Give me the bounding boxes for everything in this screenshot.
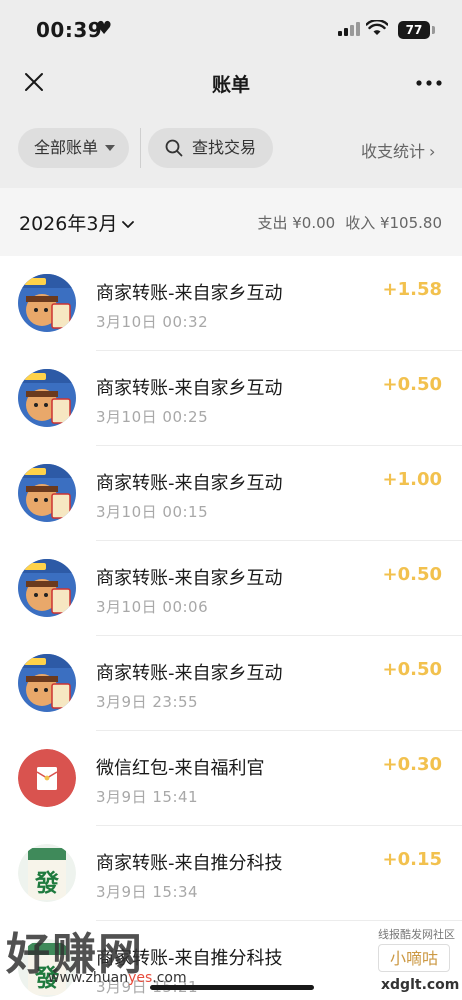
stats-label: 收支统计 [361, 142, 426, 161]
expense-total: 支出 ¥0.00 [257, 214, 336, 232]
chevron-right-icon: › [429, 142, 436, 161]
transaction-row[interactable]: 商家转账-来自家乡互动 3月10日 00:25 +0.50 [0, 351, 462, 446]
transaction-row[interactable]: 發 商家转账-来自推分科技 3月9日 15:34 +0.15 [0, 826, 462, 921]
transaction-time: 3月10日 00:25 [96, 408, 209, 426]
game-avatar-icon [18, 369, 76, 427]
game-avatar-icon [18, 559, 76, 617]
caret-down-icon [105, 145, 115, 151]
transaction-row[interactable]: 商家转账-来自家乡互动 3月9日 23:55 +0.50 [0, 636, 462, 731]
watermark-url-prefix: www.zhuan [48, 970, 129, 986]
search-label: 查找交易 [192, 138, 257, 157]
search-icon [165, 139, 183, 157]
transaction-list: 商家转账-来自家乡互动 3月10日 00:32 +1.58 商家转账-来自家乡互… [0, 256, 462, 1000]
transaction-amount: +1.00 [382, 469, 443, 490]
month-selector[interactable]: 2026年3月 [19, 209, 135, 236]
stats-link[interactable]: 收支统计 › [361, 138, 435, 162]
watermark-url: www.zhuanyes.com [48, 970, 187, 986]
nav-bar: 账单 [0, 58, 462, 108]
month-summary: 支出 ¥0.00 收入 ¥105.80 [257, 212, 442, 233]
filter-divider [140, 128, 141, 168]
transaction-time: 3月9日 15:41 [96, 788, 199, 806]
mahjong-fa-icon: 發 [18, 844, 76, 902]
transaction-name: 商家转账-来自家乡互动 [96, 568, 283, 589]
svg-text:發: 發 [34, 869, 59, 897]
transaction-time: 3月10日 00:06 [96, 598, 209, 616]
red-packet-icon [18, 749, 76, 807]
transaction-name: 商家转账-来自家乡互动 [96, 283, 283, 304]
transaction-name: 商家转账-来自推分科技 [96, 853, 283, 874]
page-title: 账单 [211, 74, 250, 96]
game-avatar-icon [18, 464, 76, 522]
transaction-amount: +0.15 [382, 849, 443, 870]
transaction-name: 微信红包-来自福利官 [96, 758, 265, 779]
home-indicator [150, 985, 314, 990]
status-time: 00:39 [36, 18, 103, 42]
transaction-name: 商家转账-来自家乡互动 [96, 663, 283, 684]
game-avatar-icon [18, 654, 76, 712]
transaction-row[interactable]: 商家转账-来自家乡互动 3月10日 00:15 +1.00 [0, 446, 462, 541]
status-bar: 00:39 ♥ 77 [0, 0, 462, 58]
transaction-amount: +0.50 [382, 564, 443, 585]
game-avatar-icon [18, 274, 76, 332]
wifi-icon [366, 20, 388, 35]
transaction-time: 3月10日 00:32 [96, 313, 209, 331]
transaction-name: 商家转账-来自家乡互动 [96, 473, 283, 494]
signal-icon [338, 22, 360, 36]
transaction-time: 3月9日 23:55 [96, 693, 199, 711]
transaction-name: 商家转账-来自家乡互动 [96, 378, 283, 399]
battery-tip [432, 26, 435, 34]
transaction-row[interactable]: 商家转账-来自家乡互动 3月10日 00:06 +0.50 [0, 541, 462, 636]
chevron-down-icon [122, 220, 135, 228]
transaction-time: 3月10日 00:15 [96, 503, 209, 521]
month-label: 2026年3月 [19, 213, 118, 235]
income-total: 收入 ¥105.80 [345, 214, 442, 232]
filter-bar: 全部账单 查找交易 收支统计 › [0, 108, 462, 188]
search-transactions-button[interactable]: 查找交易 [148, 128, 273, 168]
more-icon[interactable] [416, 80, 442, 86]
transaction-time: 3月9日 15:34 [96, 883, 199, 901]
watermark-brand: 小嘀咕 [378, 944, 450, 972]
transaction-amount: +0.30 [382, 754, 443, 775]
month-bar: 2026年3月 支出 ¥0.00 收入 ¥105.80 [0, 188, 462, 256]
transaction-amount: +1.58 [382, 279, 443, 300]
all-bills-dropdown[interactable]: 全部账单 [18, 128, 129, 168]
watermark-url-mid: yes [128, 970, 153, 986]
watermark-url-suffix: .com [152, 970, 187, 986]
watermark-brand-url: xdglt.com [381, 977, 460, 993]
battery-indicator: 77 [398, 21, 430, 39]
transaction-row[interactable]: 微信红包-来自福利官 3月9日 15:41 +0.30 [0, 731, 462, 826]
transaction-amount: +0.50 [382, 374, 443, 395]
transaction-amount: +0.50 [382, 659, 443, 680]
heart-icon: ♥ [96, 18, 113, 39]
all-bills-label: 全部账单 [34, 138, 99, 157]
watermark-community: 线报酷发网社区 [378, 928, 455, 941]
transaction-row[interactable]: 商家转账-来自家乡互动 3月10日 00:32 +1.58 [0, 256, 462, 351]
